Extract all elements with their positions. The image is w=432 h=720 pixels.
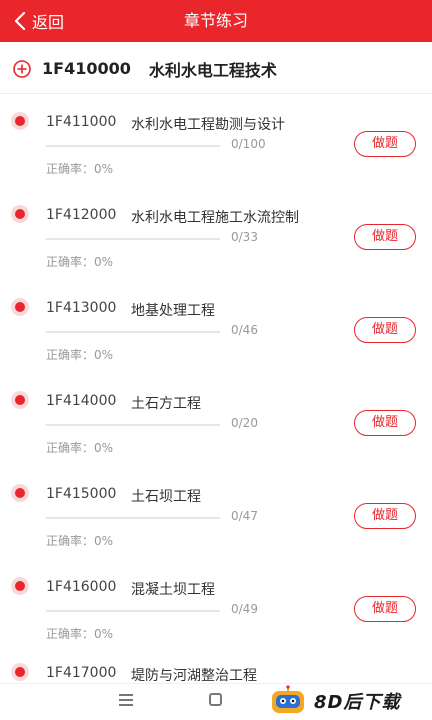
accuracy-text: 正确率：0% — [46, 534, 114, 548]
chapter-code: 1F412000 — [46, 207, 117, 223]
accuracy-text: 正确率：0% — [46, 627, 114, 641]
chapter-code: 1F414000 — [46, 393, 117, 409]
accuracy-text: 正确率：0% — [46, 162, 114, 176]
chapter-item: 1F417000 堤防与河湖整治工程 — [0, 651, 432, 683]
progress-bar — [46, 145, 220, 147]
chapter-dot-icon — [11, 205, 29, 223]
chapter-item: 1F415000 土石坝工程 0/47 正确率：0% 做题 — [0, 472, 432, 565]
watermark-logo: 8D后下载 — [268, 684, 400, 718]
chapter-item: 1F413000 地基处理工程 0/46 正确率：0% 做题 — [0, 286, 432, 379]
progress-bar — [46, 424, 220, 426]
progress-count: 0/46 — [231, 323, 258, 337]
progress-count: 0/20 — [231, 416, 258, 430]
chapter-code: 1F416000 — [46, 579, 117, 595]
chapter-item: 1F416000 混凝土坝工程 0/49 正确率：0% 做题 — [0, 565, 432, 658]
chevron-left-icon — [14, 11, 26, 31]
chapter-dot-icon — [11, 663, 29, 681]
practice-button[interactable]: 做题 — [354, 410, 416, 436]
progress-count: 0/100 — [231, 137, 266, 151]
progress-bar — [46, 517, 220, 519]
menu-icon[interactable] — [119, 694, 133, 708]
back-label: 返回 — [32, 13, 65, 32]
watermark-text: 8D后下载 — [314, 692, 401, 713]
practice-button[interactable]: 做题 — [354, 503, 416, 529]
plus-circle-icon[interactable] — [12, 59, 32, 79]
chapter-item: 1F412000 水利水电工程施工水流控制 0/33 正确率：0% 做题 — [0, 193, 432, 286]
chapter-dot-icon — [11, 577, 29, 595]
practice-button[interactable]: 做题 — [354, 596, 416, 622]
home-square-icon[interactable] — [209, 693, 222, 706]
accuracy-text: 正确率：0% — [46, 255, 114, 269]
progress-count: 0/33 — [231, 230, 258, 244]
practice-button[interactable]: 做题 — [354, 224, 416, 250]
accuracy-text: 正确率：0% — [46, 441, 114, 455]
chapter-name: 混凝土坝工程 — [131, 582, 215, 598]
chapter-dot-icon — [11, 112, 29, 130]
top-bar: 返回 章节练习 — [0, 0, 432, 42]
back-button[interactable]: 返回 — [14, 0, 64, 42]
chapter-code: 1F413000 — [46, 300, 117, 316]
practice-button[interactable]: 做题 — [354, 317, 416, 343]
progress-bar — [46, 331, 220, 333]
chapter-name: 水利水电工程勘测与设计 — [131, 117, 285, 133]
accuracy-text: 正确率：0% — [46, 348, 114, 362]
progress-bar — [46, 238, 220, 240]
robot-logo-icon — [272, 685, 304, 713]
chapter-item: 1F414000 土石方工程 0/20 正确率：0% 做题 — [0, 379, 432, 472]
chapter-code: 1F415000 — [46, 486, 117, 502]
chapter-name: 地基处理工程 — [131, 303, 215, 319]
section-name: 水利水电工程技术 — [148, 60, 277, 80]
page-title: 章节练习 — [183, 11, 248, 30]
chapter-name: 土石方工程 — [131, 396, 201, 412]
chapter-name: 堤防与河湖整治工程 — [131, 668, 257, 683]
progress-bar — [46, 610, 220, 612]
progress-count: 0/49 — [231, 602, 258, 616]
chapter-dot-icon — [11, 298, 29, 316]
chapter-dot-icon — [11, 391, 29, 409]
practice-button[interactable]: 做题 — [354, 131, 416, 157]
chapter-code: 1F411000 — [46, 114, 117, 130]
chapter-item: 1F411000 水利水电工程勘测与设计 0/100 正确率：0% 做题 — [0, 100, 432, 193]
chapter-code: 1F417000 — [46, 665, 117, 681]
progress-count: 0/47 — [231, 509, 258, 523]
chapter-name: 水利水电工程施工水流控制 — [131, 210, 299, 226]
section-code: 1F410000 — [42, 59, 131, 78]
chapter-name: 土石坝工程 — [131, 489, 201, 505]
section-header[interactable]: 1F410000 水利水电工程技术 — [0, 44, 432, 94]
chapter-dot-icon — [11, 484, 29, 502]
